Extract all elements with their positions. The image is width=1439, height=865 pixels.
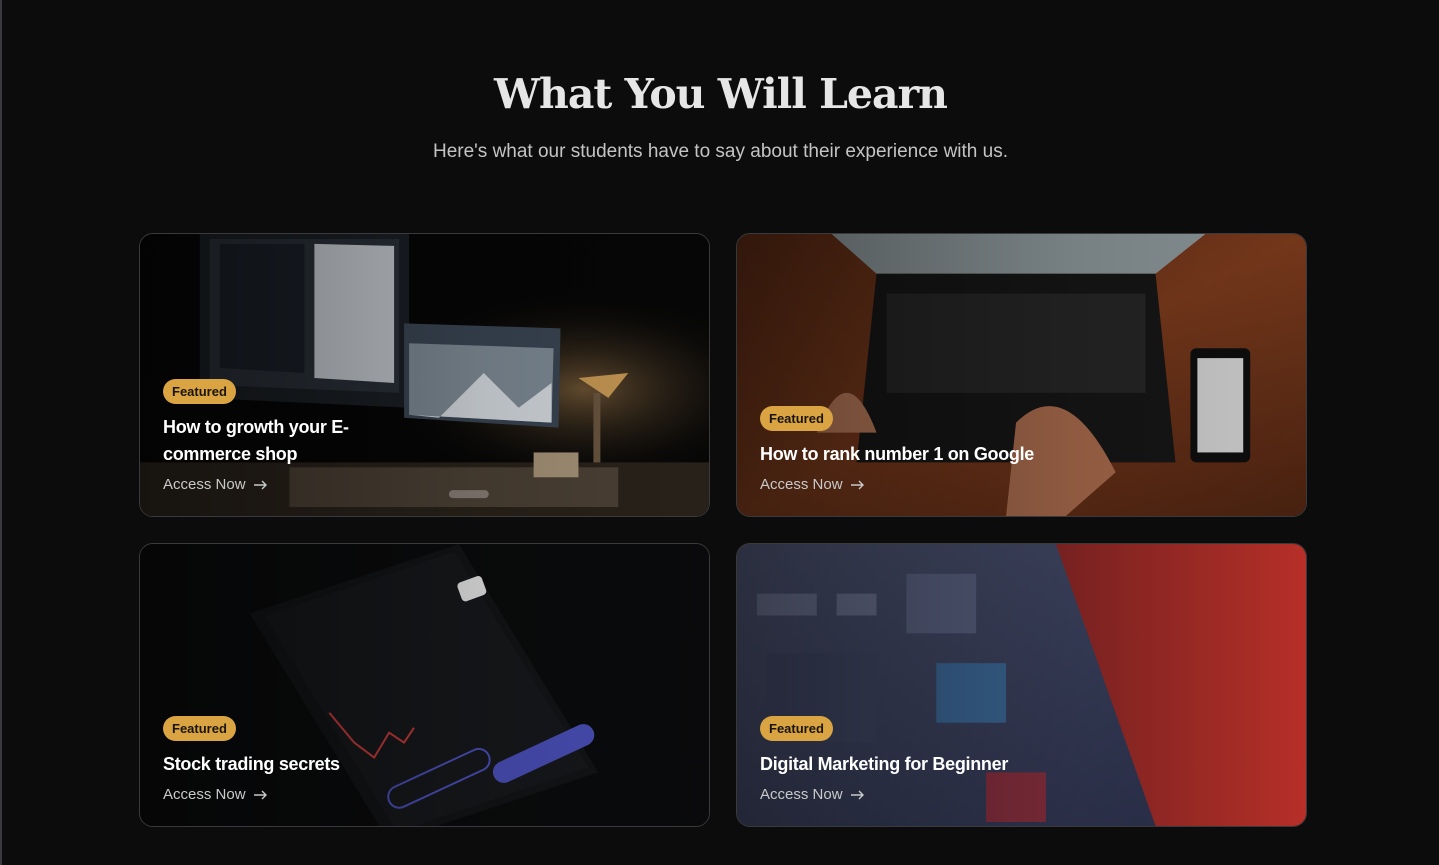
course-card-google[interactable]: Featured How to rank number 1 on Google … [736,233,1307,517]
featured-badge: Featured [163,716,236,741]
card-content: Featured Stock trading secrets Access No… [163,716,463,804]
card-content: Featured How to growth your E-commerce s… [163,379,463,494]
arrow-right-icon [253,790,268,800]
course-card-marketing[interactable]: Featured Digital Marketing for Beginner … [736,543,1307,827]
arrow-right-icon [850,790,865,800]
access-now-label: Access Now [163,476,246,493]
access-now-label: Access Now [760,786,843,803]
card-content: Featured How to rank number 1 on Google … [760,406,1060,494]
access-now-link[interactable]: Access Now [163,786,268,803]
course-card-stock[interactable]: Featured Stock trading secrets Access No… [139,543,710,827]
learn-section: What You Will Learn Here's what our stud… [0,0,1439,865]
section-subtitle: Here's what our students have to say abo… [432,141,1008,162]
access-now-link[interactable]: Access Now [760,476,865,493]
featured-badge: Featured [760,716,833,741]
access-now-label: Access Now [163,786,246,803]
card-content: Featured Digital Marketing for Beginner … [760,716,1060,804]
card-title: Digital Marketing for Beginner [760,754,1009,774]
access-now-link[interactable]: Access Now [163,476,268,493]
featured-badge: Featured [760,406,833,431]
course-card-ecommerce[interactable]: Featured How to growth your E-commerce s… [139,233,710,517]
arrow-right-icon [850,480,865,490]
card-title: Stock trading secrets [163,754,340,774]
access-now-link[interactable]: Access Now [760,786,865,803]
arrow-right-icon [253,480,268,490]
access-now-label: Access Now [760,476,843,493]
featured-badge: Featured [163,379,236,404]
card-title: How to growth your E-commerce shop [163,417,349,464]
card-title: How to rank number 1 on Google [760,444,1035,464]
section-title: What You Will Learn [494,70,948,118]
